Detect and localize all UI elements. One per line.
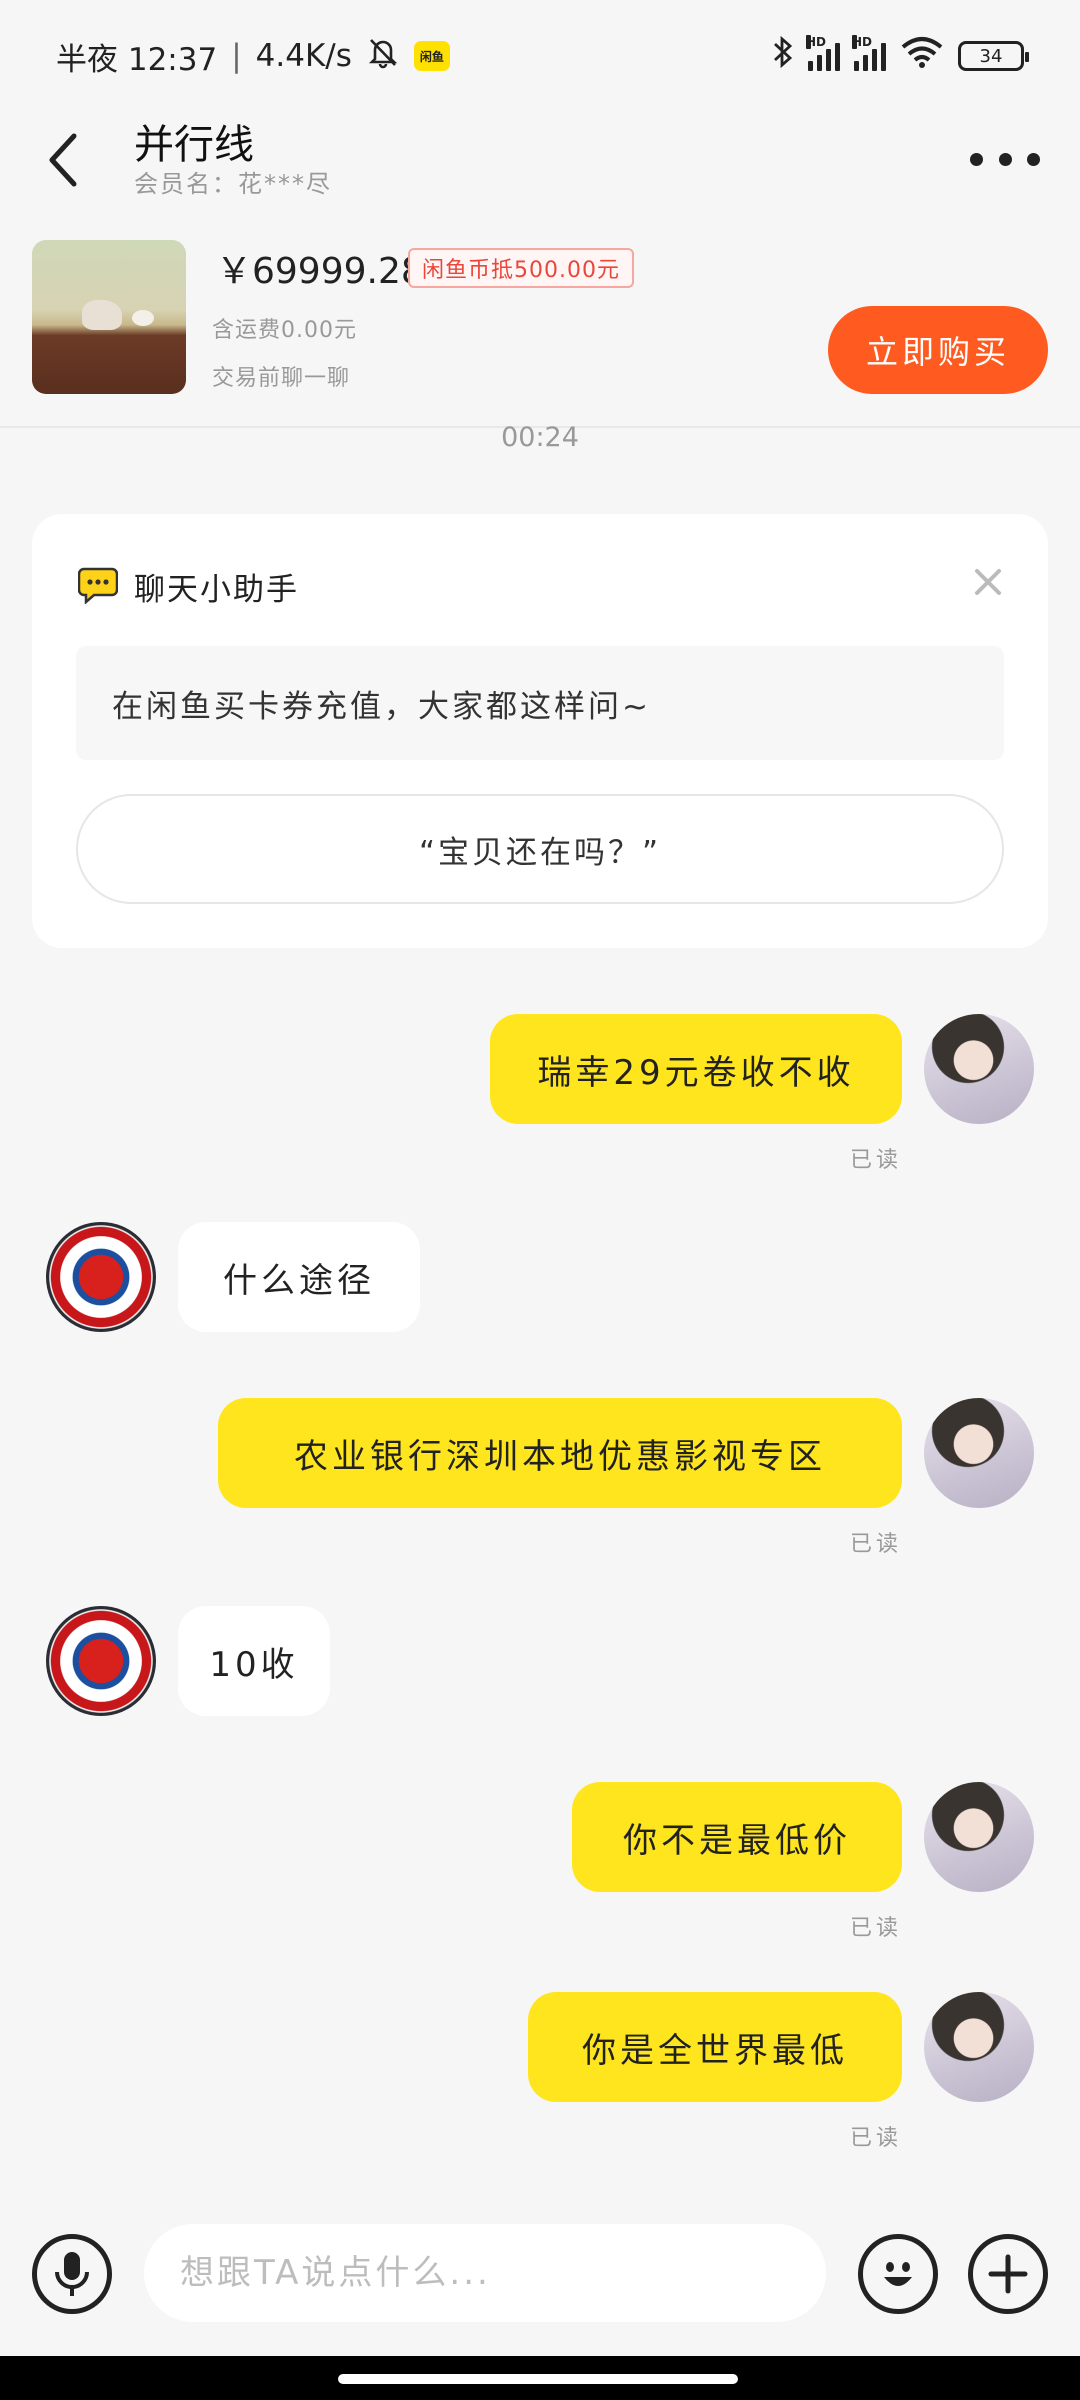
message-input-bar [0,2190,1080,2350]
xianyu-app-icon: 闲鱼 [413,41,450,71]
more-dot [1027,152,1040,166]
emoji-button[interactable] [858,2234,938,2314]
more-actions-button[interactable] [968,2234,1048,2314]
message-bubble[interactable]: 什么途径 [178,1222,420,1332]
mute-bell-icon [366,35,400,77]
read-receipt: 已读 [850,1148,903,1173]
more-options-button[interactable] [970,134,1040,184]
message-bubble[interactable]: 你是全世界最低 [528,1992,902,2102]
close-icon[interactable] [972,566,1004,598]
avatar[interactable] [924,1782,1034,1892]
network-speed: 4.4K/s [255,38,352,74]
read-receipt: 已读 [850,1916,903,1941]
chevron-left-icon [49,133,77,187]
product-card[interactable]: ￥69999.28 闲鱼币抵500.00元 含运费0.00元 交易前聊一聊 立即… [0,222,1080,428]
pre-trade-chat-hint: 交易前聊一聊 [212,366,351,391]
message-input[interactable] [144,2224,826,2322]
back-button[interactable] [38,124,88,196]
bluetooth-icon [772,34,794,78]
microphone-icon [55,2252,89,2296]
home-indicator[interactable] [0,2356,1080,2400]
more-dot [970,152,983,166]
product-thumbnail[interactable] [32,240,186,394]
suggested-question-button[interactable]: “宝贝还在吗？” [76,794,1004,904]
message-bubble[interactable]: 你不是最低价 [572,1782,902,1892]
message-bubble[interactable]: 10收 [178,1606,330,1716]
signal-hd-icon: HD [806,35,840,71]
avatar[interactable] [924,1992,1034,2102]
buy-now-button[interactable]: 立即购买 [828,306,1048,394]
chat-timestamp: 00:24 [501,422,579,453]
emoji-icon [884,2262,912,2286]
assistant-hint: 在闲鱼买卡券充值，大家都这样问~ [76,646,1004,760]
product-price: ￥69999.28 [216,251,424,292]
home-bar [338,2374,738,2384]
chat-bubble-icon [78,567,118,604]
status-divider: | [231,38,242,74]
more-dot [998,152,1012,166]
plus-icon [988,2254,1028,2294]
avatar[interactable] [924,1014,1034,1124]
read-receipt: 已读 [850,2126,903,2151]
coin-discount-badge: 闲鱼币抵500.00元 [408,248,634,288]
assistant-title: 聊天小助手 [134,572,299,608]
read-receipt: 已读 [850,1532,903,1557]
battery-indicator: 34 [958,41,1029,71]
status-time: 半夜 12:37 [56,41,218,78]
voice-button[interactable] [32,2234,112,2314]
message-bubble[interactable]: 农业银行深圳本地优惠影视专区 [218,1398,902,1508]
avatar[interactable] [46,1222,156,1332]
avatar[interactable] [46,1606,156,1716]
status-bar: 半夜 12:37 | 4.4K/s 闲鱼 HD HD 34 [0,0,1080,112]
chat-header: 并行线 会员名：花***尽 [0,112,1080,222]
shipping-fee: 含运费0.00元 [212,318,357,343]
wifi-icon [900,35,944,77]
chat-assistant-card: 聊天小助手 在闲鱼买卡券充值，大家都这样问~ “宝贝还在吗？” [32,514,1048,948]
avatar[interactable] [924,1398,1034,1508]
page-title: 并行线 [134,122,254,168]
message-bubble[interactable]: 瑞幸29元卷收不收 [490,1014,902,1124]
member-name: 会员名：花***尽 [134,170,332,198]
signal-hd-icon: HD [852,35,886,71]
